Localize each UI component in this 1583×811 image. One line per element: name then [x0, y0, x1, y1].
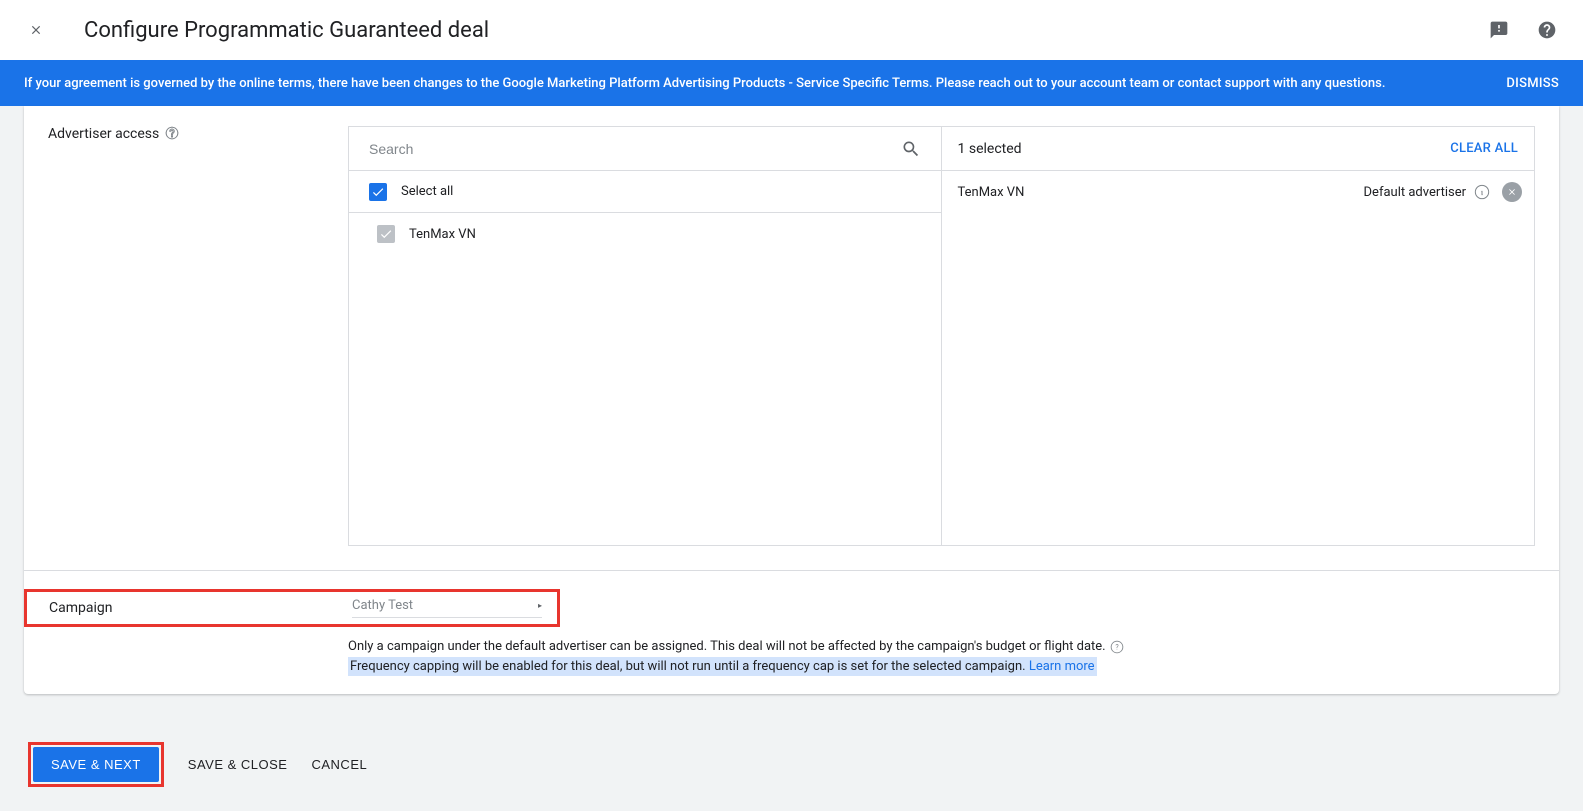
help-tooltip-icon[interactable]: ? [165, 126, 179, 140]
banner-dismiss-button[interactable]: DISMISS [1506, 76, 1559, 91]
advertiser-label-text: Advertiser access [48, 126, 159, 142]
help-button[interactable] [1535, 18, 1559, 42]
clear-all-button[interactable]: CLEAR ALL [1450, 141, 1518, 156]
close-icon [29, 23, 43, 37]
default-advertiser-label: Default advertiser [1364, 185, 1466, 200]
footer-actions: SAVE & NEXT SAVE & CLOSE CANCEL [0, 694, 1583, 811]
selected-header: 1 selected CLEAR ALL [942, 127, 1535, 171]
campaign-label: Campaign [49, 600, 352, 616]
help-icon [1537, 20, 1557, 40]
feedback-button[interactable] [1487, 18, 1511, 42]
checkmark-icon [371, 185, 385, 199]
close-icon [1507, 187, 1517, 197]
svg-text:?: ? [171, 129, 175, 137]
selected-item: TenMax VN Default advertiser [942, 171, 1535, 213]
advertiser-label: Advertiser access ? [48, 126, 348, 546]
page-title: Configure Programmatic Guaranteed deal [84, 18, 1463, 43]
banner-text: If your agreement is governed by the onl… [24, 76, 1506, 91]
select-all-checkbox[interactable] [369, 183, 387, 201]
config-card: Advertiser access ? Select all [24, 106, 1559, 694]
save-next-button[interactable]: SAVE & NEXT [33, 747, 159, 782]
item-checkbox [377, 225, 395, 243]
selected-item-name: TenMax VN [958, 185, 1356, 200]
campaign-value: Cathy Test [352, 598, 413, 613]
campaign-note-1: Only a campaign under the default advert… [348, 639, 1535, 654]
search-input[interactable] [369, 141, 901, 157]
remove-selected-button[interactable] [1502, 182, 1522, 202]
campaign-section: Campaign Cathy Test ▸ Only a campaign un… [24, 571, 1559, 694]
chevron-down-icon: ▸ [538, 601, 542, 610]
campaign-note-1-text: Only a campaign under the default advert… [348, 639, 1106, 654]
campaign-select[interactable]: Cathy Test ▸ [352, 598, 542, 618]
info-icon [1474, 184, 1490, 200]
select-all-row[interactable]: Select all [349, 171, 941, 213]
advertiser-item-label: TenMax VN [409, 227, 476, 242]
select-all-label: Select all [401, 184, 453, 199]
page-header: Configure Programmatic Guaranteed deal [0, 0, 1583, 60]
notice-banner: If your agreement is governed by the onl… [0, 60, 1583, 106]
selected-panel: 1 selected CLEAR ALL TenMax VN Default a… [942, 127, 1535, 545]
available-panel: Select all TenMax VN [349, 127, 942, 545]
save-close-button[interactable]: SAVE & CLOSE [188, 757, 288, 772]
campaign-note-2-text: Frequency capping will be enabled for th… [350, 659, 1026, 674]
save-next-highlight: SAVE & NEXT [28, 742, 164, 787]
note-help-icon[interactable]: ? [1110, 640, 1124, 654]
campaign-highlight: Campaign Cathy Test ▸ [24, 589, 560, 627]
learn-more-link[interactable]: Learn more [1029, 659, 1095, 674]
search-icon [901, 139, 921, 159]
question-icon: ? [165, 126, 179, 140]
campaign-notes: Only a campaign under the default advert… [348, 639, 1535, 674]
info-tooltip[interactable] [1474, 184, 1490, 200]
feedback-icon [1489, 20, 1509, 40]
selected-count: 1 selected [958, 141, 1451, 157]
checkmark-icon [379, 227, 393, 241]
svg-text:?: ? [1115, 643, 1119, 651]
close-button[interactable] [24, 18, 48, 42]
advertiser-item[interactable]: TenMax VN [349, 213, 941, 255]
cancel-button[interactable]: CANCEL [311, 757, 367, 772]
question-icon: ? [1110, 640, 1124, 654]
campaign-note-2: Frequency capping will be enabled for th… [348, 657, 1097, 676]
search-row [349, 127, 941, 171]
advertiser-picker: Select all TenMax VN 1 selected CLEAR AL… [348, 126, 1535, 546]
advertiser-section: Advertiser access ? Select all [24, 106, 1559, 571]
